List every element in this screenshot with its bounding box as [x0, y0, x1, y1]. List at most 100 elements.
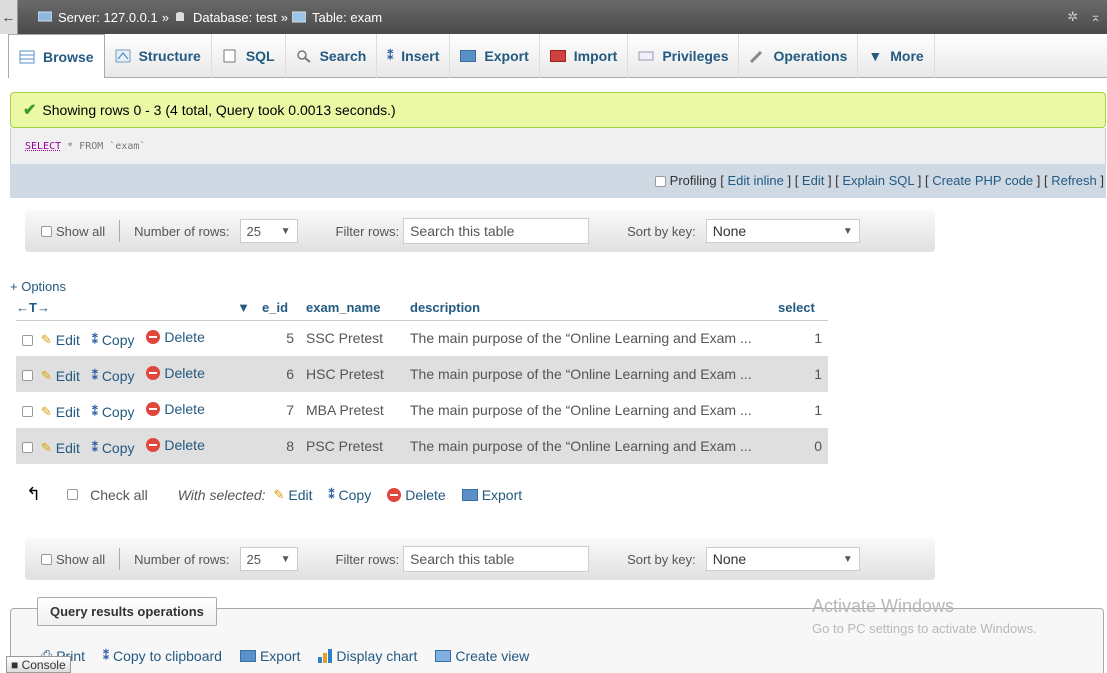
tab-browse[interactable]: Browse [8, 34, 105, 78]
edit-row-button[interactable]: ✎ Edit [41, 404, 80, 420]
refresh-link[interactable]: Refresh [1051, 173, 1097, 188]
privileges-icon [638, 51, 654, 61]
check-all-label[interactable]: Check all [90, 487, 148, 503]
copy-row-button[interactable]: ⁑ Copy [92, 368, 135, 384]
tab-import[interactable]: Import [540, 34, 629, 78]
display-chart-label: Display chart [336, 647, 418, 664]
back-arrow-icon[interactable]: ← [0, 0, 18, 34]
console-button[interactable]: ■ Console [6, 656, 71, 673]
delete-row-button[interactable]: Delete [146, 328, 205, 345]
profiling-checkbox[interactable] [654, 176, 666, 188]
copy-icon: ⁑ [103, 648, 109, 663]
delete-label: Delete [164, 328, 205, 345]
gear-icon[interactable]: ✲ [1067, 9, 1078, 25]
copy-clipboard-label: Copy to clipboard [113, 647, 222, 664]
sql-query-box: SELECT * FROM `exam` [10, 128, 1106, 164]
cell-select: 0 [772, 428, 828, 464]
cell-exam_name: MBA Pretest [300, 392, 404, 428]
column-header-description[interactable]: description [404, 296, 772, 321]
export-link[interactable]: Export [239, 648, 300, 664]
show-all-label: Show all [56, 223, 106, 239]
breadcrumb-separator: » [280, 9, 289, 25]
delete-row-button[interactable]: Delete [146, 364, 205, 381]
delete-row-button[interactable]: Delete [146, 401, 205, 417]
show-all-checkbox[interactable] [41, 225, 52, 237]
number-of-rows-select[interactable]: 25 ▼ [239, 219, 298, 243]
activate-windows-watermark: Activate Windows Go to PC settings to ac… [812, 596, 1037, 636]
table-row: ✎ Edit ⁑ Copy Delete 7 MBA Pretest The mai… [16, 392, 828, 428]
tab-sql[interactable]: SQL [212, 34, 286, 78]
column-controls: ←T→ ▼ [16, 296, 256, 321]
bulk-export-button[interactable]: Export [461, 487, 522, 503]
navigation-bar-bottom: Show all Number of rows: 25 ▼ Filter rows… [25, 538, 935, 580]
create-view-link[interactable]: Create view [435, 648, 529, 664]
delete-label: Delete [164, 364, 205, 381]
checkmark-icon: ✔ [23, 102, 37, 119]
breadcrumb-database[interactable]: Database: test [193, 10, 277, 25]
tab-insert[interactable]: ⁑ Insert [377, 34, 451, 78]
column-arrows[interactable]: ←T→ [16, 300, 50, 315]
activate-line1: Activate Windows [812, 596, 955, 616]
row-checkbox[interactable] [22, 406, 33, 418]
tab-export[interactable]: Export [450, 34, 540, 78]
breadcrumb-table[interactable]: Table: exam [312, 10, 382, 25]
display-chart-link[interactable]: Display chart [318, 648, 417, 664]
row-checkbox[interactable] [22, 370, 33, 382]
create-php-link[interactable]: Create PHP code [932, 173, 1033, 188]
copy-row-button[interactable]: ⁑ Copy [92, 440, 135, 456]
delete-icon [146, 437, 161, 452]
sql-keyword[interactable]: SELECT [25, 141, 61, 152]
edit-inline-link[interactable]: Edit inline [727, 173, 783, 188]
cell-select: 1 [772, 320, 828, 356]
edit-row-button[interactable]: ✎ Edit [41, 368, 80, 384]
check-all-checkbox[interactable] [67, 489, 79, 500]
arrow-up-icon: ↰ [26, 484, 42, 504]
options-link[interactable]: + Options [10, 279, 66, 294]
copy-row-button[interactable]: ⁑ Copy [92, 404, 135, 420]
edit-row-button[interactable]: ✎ Edit [41, 440, 80, 456]
bulk-edit-button[interactable]: ✎ Edit [274, 487, 313, 503]
tab-structure[interactable]: Structure [105, 34, 212, 78]
number-of-rows-select[interactable]: 25 ▼ [239, 547, 298, 571]
delete-row-button[interactable]: Delete [146, 436, 205, 453]
cell-exam_name: SSC Pretest [300, 320, 404, 356]
cell-description: The main purpose of the “Online Learning… [404, 392, 772, 428]
edit-row-button[interactable]: ✎ Edit [41, 332, 80, 348]
sort-triangle-icon[interactable]: ▼ [237, 300, 250, 315]
sort-by-key-select[interactable]: None ▼ [705, 547, 860, 571]
breadcrumb-server[interactable]: Server: 127.0.0.1 [58, 10, 158, 25]
column-header-exam_name[interactable]: exam_name [300, 296, 404, 321]
results-table: ←T→ ▼ e_id exam_name description select … [16, 296, 828, 464]
tab-more[interactable]: ▼ More [858, 34, 935, 78]
edit-label: Edit [55, 403, 80, 420]
tab-bar: Browse Structure SQL Search ⁑ Insert Expo… [8, 34, 1107, 78]
table-icon [292, 11, 307, 23]
copy-icon: ⁑ [91, 440, 98, 455]
copy-row-button[interactable]: ⁑ Copy [92, 332, 135, 348]
tab-search[interactable]: Search [286, 34, 378, 78]
collapse-icon[interactable]: ⌅ [1090, 9, 1101, 25]
filter-rows-input[interactable]: Search this table [403, 218, 590, 244]
with-selected-bar: ↰ Check all With selected: ✎ Edit ⁑ Copy D… [26, 484, 530, 505]
tab-privileges[interactable]: Privileges [628, 34, 740, 78]
row-checkbox[interactable] [22, 442, 33, 454]
sort-by-key-select[interactable]: None ▼ [705, 219, 860, 243]
edit-link[interactable]: Edit [802, 173, 824, 188]
delete-label: Delete [164, 436, 205, 453]
show-all-checkbox[interactable] [41, 553, 52, 565]
row-checkbox[interactable] [22, 334, 33, 346]
pencil-icon: ✎ [40, 367, 52, 383]
column-header-e_id[interactable]: e_id [256, 296, 300, 321]
tab-label: Browse [43, 48, 94, 65]
table-row: ✎ Edit ⁑ Copy Delete 5 SSC Pretest The mai… [16, 320, 828, 356]
select-value: None [712, 223, 747, 239]
column-header-select[interactable]: select [772, 296, 828, 321]
bulk-delete-button[interactable]: Delete [387, 487, 446, 503]
tab-operations[interactable]: Operations [739, 34, 859, 78]
filter-rows-input[interactable]: Search this table [403, 546, 590, 572]
explain-sql-link[interactable]: Explain SQL [842, 173, 914, 188]
divider [119, 220, 121, 242]
bulk-copy-button[interactable]: ⁑ Copy [329, 487, 372, 503]
copy-to-clipboard-link[interactable]: ⁑ Copy to clipboard [103, 648, 222, 664]
tab-label: Operations [773, 48, 848, 64]
